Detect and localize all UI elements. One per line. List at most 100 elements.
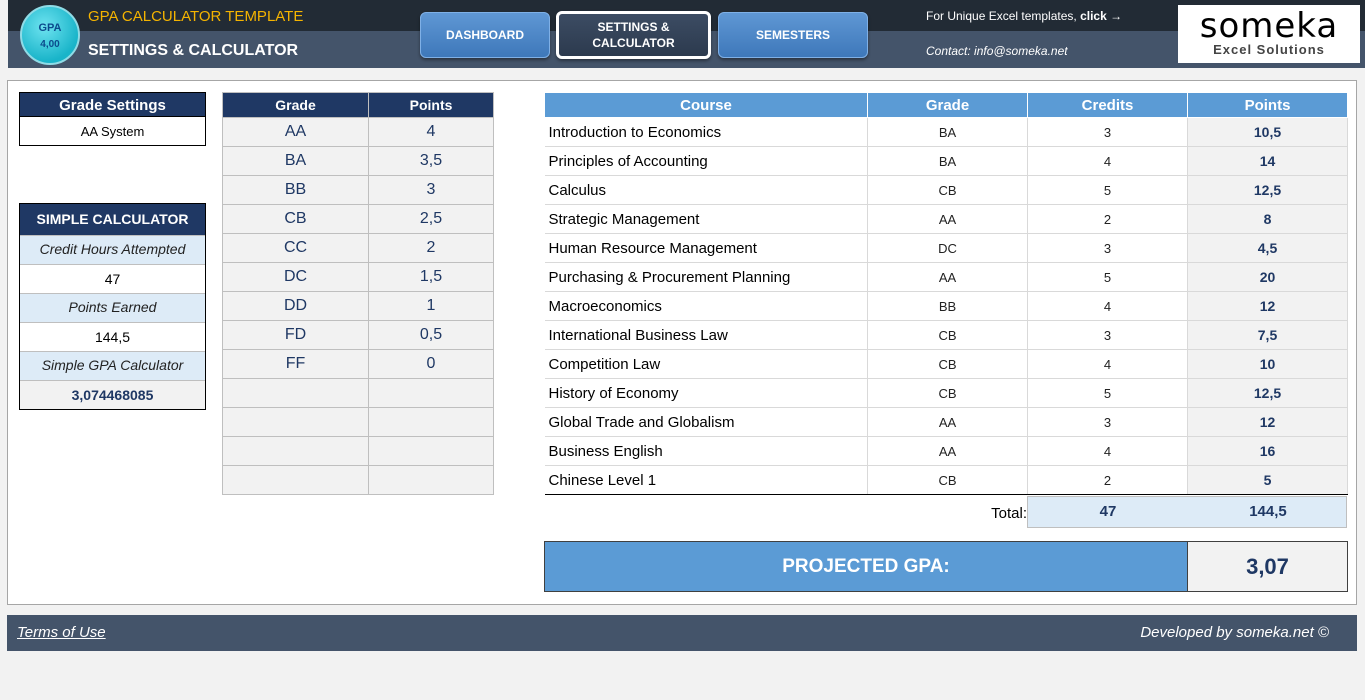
course-credits-cell[interactable]: 5 xyxy=(1027,262,1188,292)
points-cell[interactable]: 1,5 xyxy=(368,262,494,292)
table-row: Strategic Management AA 2 8 xyxy=(544,204,1348,234)
course-grade-cell[interactable]: CB xyxy=(867,349,1028,379)
simple-calculator-title: SIMPLE CALCULATOR xyxy=(20,204,205,235)
points-cell[interactable]: 0 xyxy=(368,349,494,379)
nav-dashboard-button[interactable]: DASHBOARD xyxy=(420,12,550,58)
nav-semesters-button[interactable]: SEMESTERS xyxy=(718,12,868,58)
course-grade-cell[interactable]: AA xyxy=(867,204,1028,234)
points-cell[interactable] xyxy=(368,436,494,466)
projected-gpa-box: PROJECTED GPA: 3,07 xyxy=(544,541,1348,592)
course-points-cell: 12 xyxy=(1187,291,1348,321)
grade-cell[interactable]: FD xyxy=(222,320,369,350)
grade-cell[interactable] xyxy=(222,436,369,466)
total-points: 144,5 xyxy=(1249,503,1287,520)
course-grade-cell[interactable]: CB xyxy=(867,320,1028,350)
points-cell[interactable]: 0,5 xyxy=(368,320,494,350)
course-name-cell[interactable]: Principles of Accounting xyxy=(544,146,868,176)
table-row: Introduction to Economics BA 3 10,5 xyxy=(544,117,1348,147)
table-row: Chinese Level 1 CB 2 5 xyxy=(544,465,1348,495)
table-row: BA 3,5 xyxy=(222,146,494,176)
table-row: AA 4 xyxy=(222,117,494,147)
course-credits-cell[interactable]: 5 xyxy=(1027,378,1188,408)
course-credits-cell[interactable]: 3 xyxy=(1027,117,1188,147)
grade-cell[interactable]: DC xyxy=(222,262,369,292)
points-cell[interactable]: 3,5 xyxy=(368,146,494,176)
grade-cell[interactable]: BB xyxy=(222,175,369,205)
terms-of-use-link[interactable]: Terms of Use xyxy=(17,624,106,641)
course-grade-cell[interactable]: AA xyxy=(867,407,1028,437)
course-name-cell[interactable]: Macroeconomics xyxy=(544,291,868,321)
course-credits-cell[interactable]: 3 xyxy=(1027,233,1188,263)
course-grade-cell[interactable]: CB xyxy=(867,465,1028,495)
course-credits-cell[interactable]: 3 xyxy=(1027,407,1188,437)
grade-points-table: Grade Points AA 4 BA 3,5 BB 3 CB 2,5 CC 2 DC 1,5 DD 1… xyxy=(222,92,494,495)
someka-logo[interactable]: someka Excel Solutions xyxy=(1178,5,1360,63)
course-name-cell[interactable]: International Business Law xyxy=(544,320,868,350)
grade-cell[interactable] xyxy=(222,378,369,408)
grade-cell[interactable]: BA xyxy=(222,146,369,176)
points-cell[interactable] xyxy=(368,465,494,495)
grade-cell[interactable] xyxy=(222,465,369,495)
table-row: International Business Law CB 3 7,5 xyxy=(544,320,1348,350)
course-name-cell[interactable]: Global Trade and Globalism xyxy=(544,407,868,437)
points-cell[interactable]: 2,5 xyxy=(368,204,494,234)
grade-cell[interactable]: CC xyxy=(222,233,369,263)
grade-cell[interactable]: AA xyxy=(222,117,369,147)
simple-calculator: SIMPLE CALCULATOR Credit Hours Attempted… xyxy=(19,203,206,410)
course-name-cell[interactable]: Introduction to Economics xyxy=(544,117,868,147)
brand-name: someka xyxy=(1199,6,1339,46)
course-name-cell[interactable]: Business English xyxy=(544,436,868,466)
course-name-cell[interactable]: Strategic Management xyxy=(544,204,868,234)
course-name-cell[interactable]: Competition Law xyxy=(544,349,868,379)
course-credits-cell[interactable]: 2 xyxy=(1027,204,1188,234)
grade-cell[interactable]: CB xyxy=(222,204,369,234)
page-title: SETTINGS & CALCULATOR xyxy=(88,42,299,59)
course-credits-cell[interactable]: 3 xyxy=(1027,320,1188,350)
course-credits-cell[interactable]: 4 xyxy=(1027,436,1188,466)
course-grade-cell[interactable]: BB xyxy=(867,291,1028,321)
grade-cell[interactable] xyxy=(222,407,369,437)
course-name-cell[interactable]: Calculus xyxy=(544,175,868,205)
table-row: Calculus CB 5 12,5 xyxy=(544,175,1348,205)
points-column-header: Points xyxy=(368,92,494,118)
course-name-cell[interactable]: Human Resource Management xyxy=(544,233,868,263)
points-cell[interactable]: 4 xyxy=(368,117,494,147)
nav-settings-calculator-button[interactable]: SETTINGS & CALCULATOR xyxy=(556,11,711,59)
course-grade-cell[interactable]: BA xyxy=(867,117,1028,147)
credit-hours-input[interactable]: 47 xyxy=(20,264,205,293)
promo-link[interactable]: For Unique Excel templates, click → xyxy=(926,9,1122,23)
course-credits-cell[interactable]: 4 xyxy=(1027,349,1188,379)
logo-value: 4,00 xyxy=(40,39,60,50)
points-cell[interactable] xyxy=(368,407,494,437)
points-cell[interactable]: 1 xyxy=(368,291,494,321)
grade-cell[interactable]: DD xyxy=(222,291,369,321)
course-grade-cell[interactable]: DC xyxy=(867,233,1028,263)
promo-click: click xyxy=(1080,9,1107,23)
points-earned-input[interactable]: 144,5 xyxy=(20,322,205,351)
table-row: Global Trade and Globalism AA 3 12 xyxy=(544,407,1348,437)
course-name-cell[interactable]: Purchasing & Procurement Planning xyxy=(544,262,868,292)
course-name-cell[interactable]: History of Economy xyxy=(544,378,868,408)
course-grade-cell[interactable]: AA xyxy=(867,436,1028,466)
course-credits-cell[interactable]: 2 xyxy=(1027,465,1188,495)
points-column-header: Points xyxy=(1187,92,1348,118)
total-label: Total: xyxy=(991,505,1027,522)
table-row: History of Economy CB 5 12,5 xyxy=(544,378,1348,408)
total-credits: 47 xyxy=(1099,503,1117,520)
course-credits-cell[interactable]: 4 xyxy=(1027,291,1188,321)
points-cell[interactable] xyxy=(368,378,494,408)
grade-system-select[interactable]: AA System xyxy=(19,117,206,146)
course-credits-cell[interactable]: 4 xyxy=(1027,146,1188,176)
course-grade-cell[interactable]: CB xyxy=(867,378,1028,408)
arrow-right-icon: → xyxy=(1110,9,1123,23)
table-row: DC 1,5 xyxy=(222,262,494,292)
course-grade-cell[interactable]: CB xyxy=(867,175,1028,205)
course-grade-cell[interactable]: AA xyxy=(867,262,1028,292)
course-grade-cell[interactable]: BA xyxy=(867,146,1028,176)
table-row: Macroeconomics BB 4 12 xyxy=(544,291,1348,321)
points-cell[interactable]: 2 xyxy=(368,233,494,263)
grade-cell[interactable]: FF xyxy=(222,349,369,379)
course-credits-cell[interactable]: 5 xyxy=(1027,175,1188,205)
points-cell[interactable]: 3 xyxy=(368,175,494,205)
course-name-cell[interactable]: Chinese Level 1 xyxy=(544,465,868,495)
